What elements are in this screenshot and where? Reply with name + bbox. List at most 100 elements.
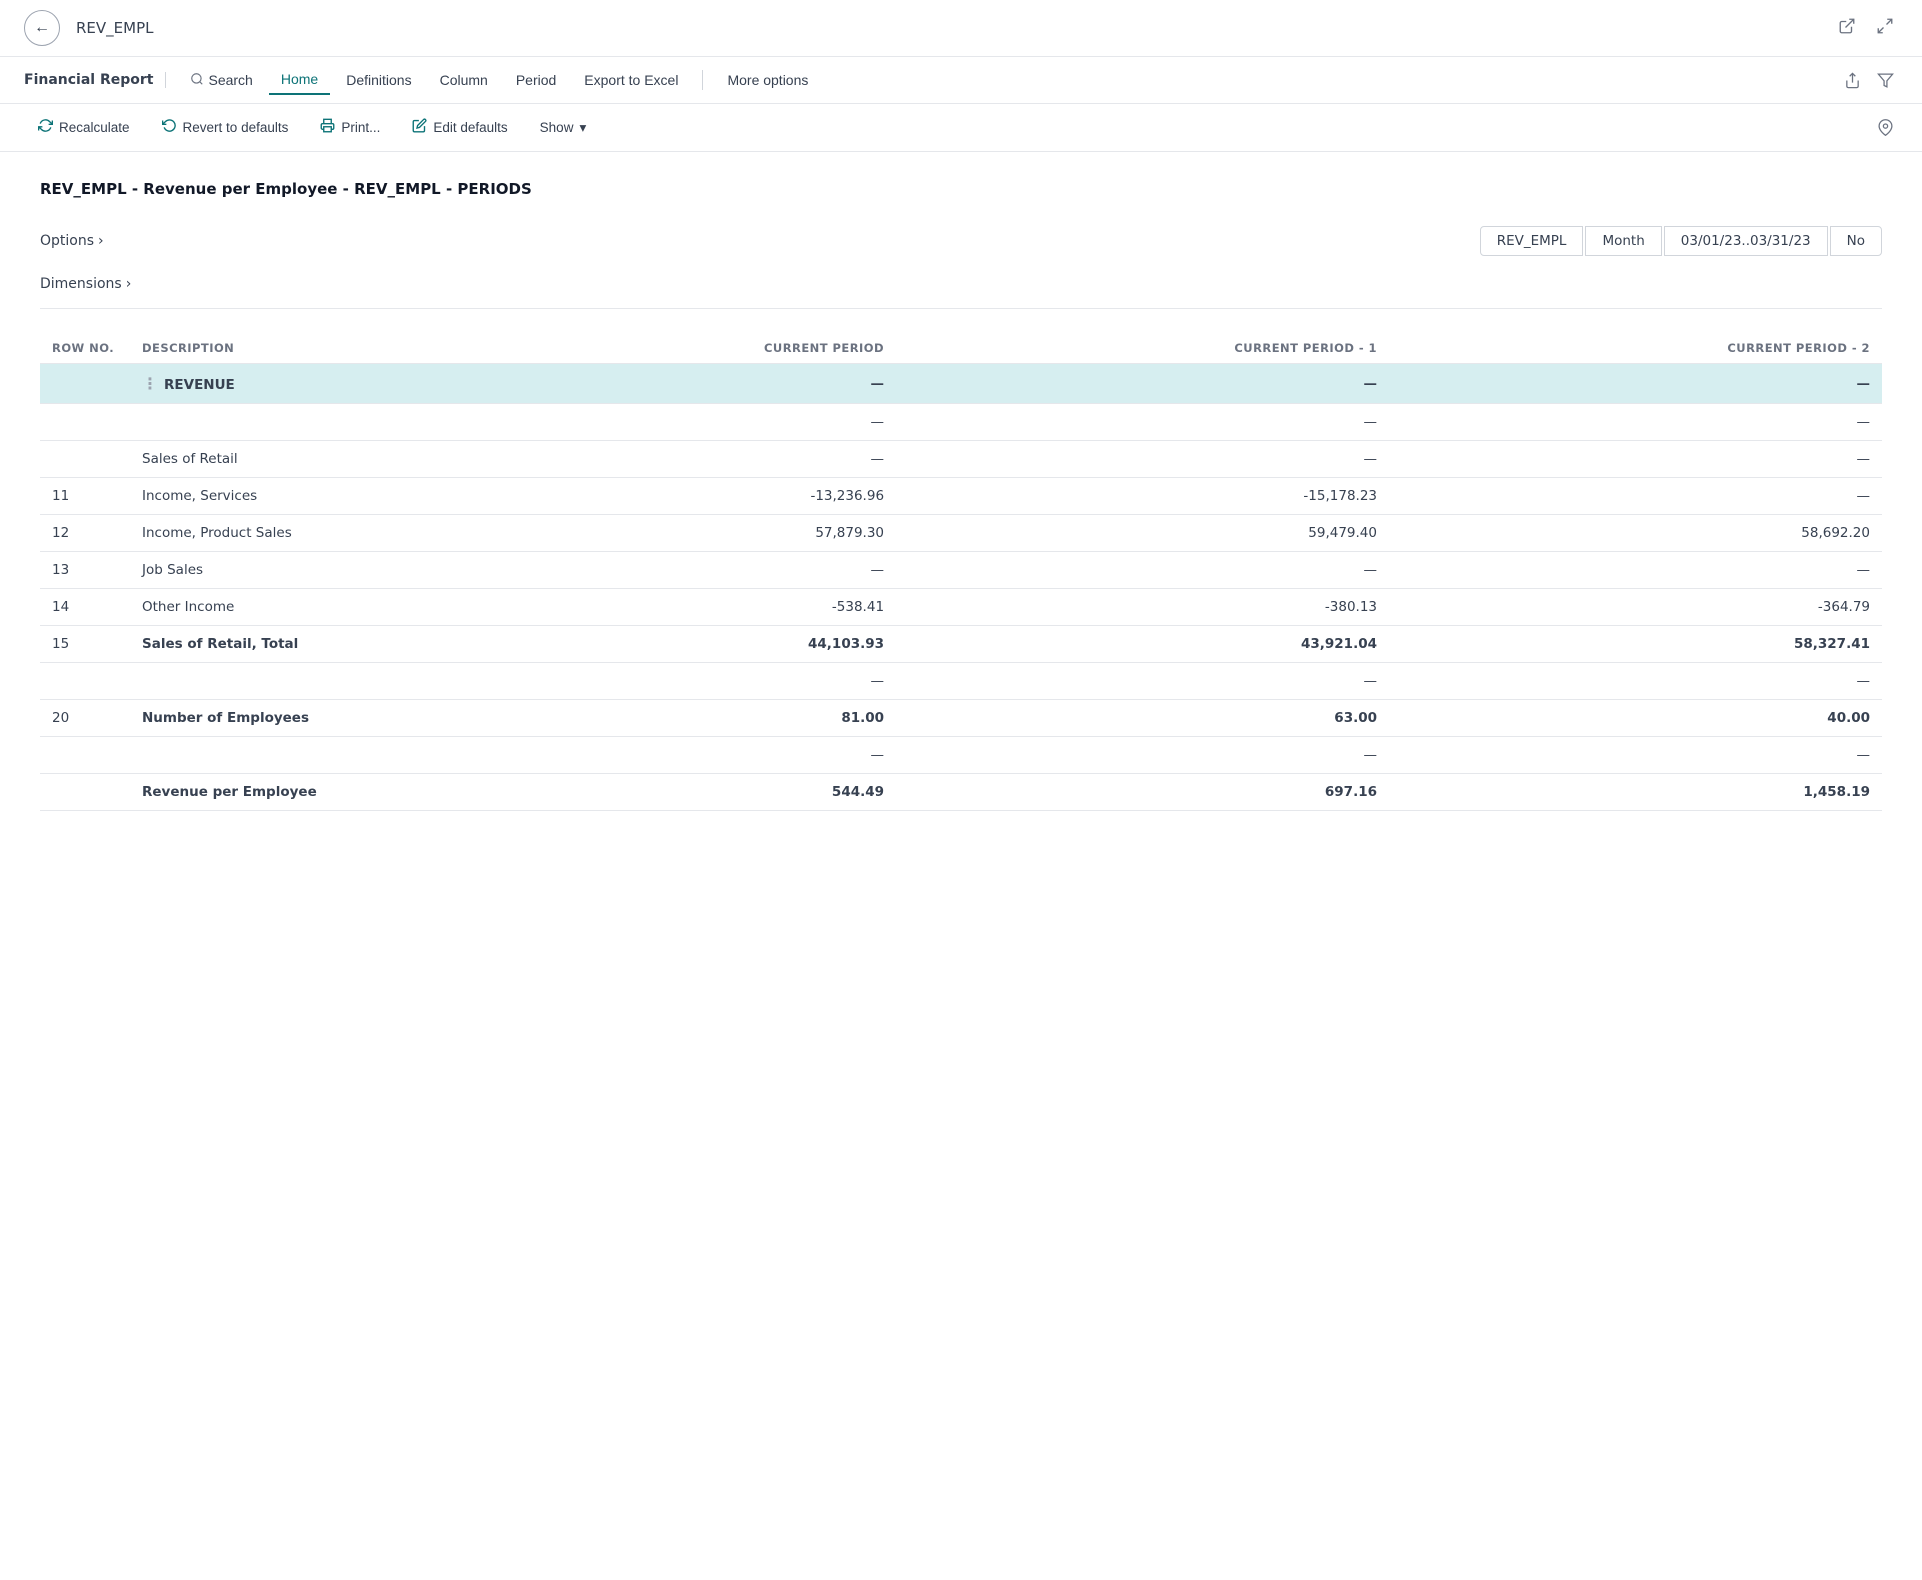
table-row: ——— [40, 737, 1882, 774]
cell-rowno: 20 [40, 700, 130, 737]
col-header-rowno: Row No. [40, 333, 130, 364]
options-label-text: Options [40, 233, 94, 249]
back-icon: ← [34, 19, 50, 37]
recalculate-icon [38, 118, 53, 137]
show-label: Show [540, 120, 574, 135]
cell-period0: -538.41 [470, 589, 896, 626]
more-options-menu-item[interactable]: More options [715, 66, 820, 94]
cell-period0: 81.00 [470, 700, 896, 737]
print-button[interactable]: Print... [306, 112, 394, 143]
table-row: Sales of Retail——— [40, 441, 1882, 478]
page-title: REV_EMPL - Revenue per Employee - REV_EM… [40, 180, 1882, 198]
cell-rowno [40, 663, 130, 700]
cell-period1: — [896, 364, 1389, 404]
search-label: Search [208, 72, 252, 88]
cell-period2: 40.00 [1389, 700, 1882, 737]
cell-period2: -364.79 [1389, 589, 1882, 626]
print-icon [320, 118, 335, 137]
expand-icon [1876, 17, 1894, 40]
cell-desc: Job Sales [130, 552, 470, 589]
cell-period0: — [470, 737, 896, 774]
options-chips: REV_EMPL Month 03/01/23..03/31/23 No [1480, 226, 1882, 256]
dimensions-chevron: › [126, 276, 132, 292]
chip-date-range[interactable]: 03/01/23..03/31/23 [1664, 226, 1828, 256]
chip-no[interactable]: No [1830, 226, 1882, 256]
chevron-down-icon: ▾ [579, 120, 586, 136]
table-row: 20Number of Employees81.0063.0040.00 [40, 700, 1882, 737]
cell-period0: — [470, 364, 896, 404]
options-section: Options › REV_EMPL Month 03/01/23..03/31… [40, 226, 1882, 256]
cell-period2: 1,458.19 [1389, 774, 1882, 811]
home-menu-item[interactable]: Home [269, 65, 330, 95]
action-bar-right [1873, 115, 1898, 140]
cell-period0: — [470, 441, 896, 478]
cell-desc: Sales of Retail, Total [130, 626, 470, 663]
table-row: Revenue per Employee544.49697.161,458.19 [40, 774, 1882, 811]
cell-period1: — [896, 737, 1389, 774]
pin-button[interactable] [1873, 115, 1898, 140]
export-menu-item[interactable]: Export to Excel [572, 66, 690, 94]
recalculate-button[interactable]: Recalculate [24, 112, 144, 143]
show-button[interactable]: Show ▾ [526, 114, 601, 142]
cell-period2: — [1389, 441, 1882, 478]
search-menu-item[interactable]: Search [178, 66, 264, 95]
col-header-period1: CURRENT PERIOD - 1 [896, 333, 1389, 364]
cell-period0: — [470, 404, 896, 441]
table-row: ——— [40, 663, 1882, 700]
chip-month[interactable]: Month [1585, 226, 1661, 256]
drag-handle-icon[interactable]: ⋮ [142, 374, 158, 393]
table-header-row: Row No. Description CURRENT PERIOD CURRE… [40, 333, 1882, 364]
cell-period2: — [1389, 552, 1882, 589]
col-header-desc: Description [130, 333, 470, 364]
cell-period2: 58,327.41 [1389, 626, 1882, 663]
cell-rowno [40, 364, 130, 404]
revert-label: Revert to defaults [183, 120, 289, 135]
external-link-button[interactable] [1834, 13, 1860, 44]
cell-period2: — [1389, 737, 1882, 774]
cell-period1: 63.00 [896, 700, 1389, 737]
cell-desc: Number of Employees [130, 700, 470, 737]
table-row: ⋮REVENUE——— [40, 364, 1882, 404]
expand-button[interactable] [1872, 13, 1898, 44]
cell-period0: 544.49 [470, 774, 896, 811]
cell-period1: -380.13 [896, 589, 1389, 626]
cell-period1: 43,921.04 [896, 626, 1389, 663]
options-toggle[interactable]: Options › [40, 233, 104, 249]
edit-button[interactable]: Edit defaults [398, 112, 521, 143]
cell-rowno: 12 [40, 515, 130, 552]
cell-desc: Other Income [130, 589, 470, 626]
share-button[interactable] [1840, 68, 1865, 93]
app-title: REV_EMPL [76, 19, 1818, 37]
dimensions-section: Dimensions › [40, 276, 1882, 309]
options-chevron: › [98, 233, 104, 249]
table-row: 11Income, Services-13,236.96-15,178.23— [40, 478, 1882, 515]
cell-desc: ⋮REVENUE [130, 364, 470, 404]
col-header-period2: CURRENT PERIOD - 2 [1389, 333, 1882, 364]
report-label: Financial Report [24, 72, 166, 88]
cell-desc [130, 404, 470, 441]
cell-rowno: 11 [40, 478, 130, 515]
table-row: 13Job Sales——— [40, 552, 1882, 589]
cell-period1: — [896, 552, 1389, 589]
definitions-menu-item[interactable]: Definitions [334, 66, 423, 94]
top-bar: ← REV_EMPL [0, 0, 1922, 57]
cell-period2: — [1389, 404, 1882, 441]
dimensions-toggle[interactable]: Dimensions › [40, 276, 1882, 292]
chip-rev-empl[interactable]: REV_EMPL [1480, 226, 1584, 256]
cell-rowno: 13 [40, 552, 130, 589]
revert-button[interactable]: Revert to defaults [148, 112, 303, 143]
edit-icon [412, 118, 427, 137]
search-icon [190, 72, 204, 89]
cell-period1: — [896, 441, 1389, 478]
cell-period1: 59,479.40 [896, 515, 1389, 552]
menu-separator [702, 70, 703, 90]
export-label: Export to Excel [584, 72, 678, 88]
cell-period0: — [470, 663, 896, 700]
cell-period0: 44,103.93 [470, 626, 896, 663]
back-button[interactable]: ← [24, 10, 60, 46]
col-header-period0: CURRENT PERIOD [470, 333, 896, 364]
cell-rowno: 14 [40, 589, 130, 626]
period-menu-item[interactable]: Period [504, 66, 568, 94]
column-menu-item[interactable]: Column [428, 66, 500, 94]
filter-button[interactable] [1873, 68, 1898, 93]
